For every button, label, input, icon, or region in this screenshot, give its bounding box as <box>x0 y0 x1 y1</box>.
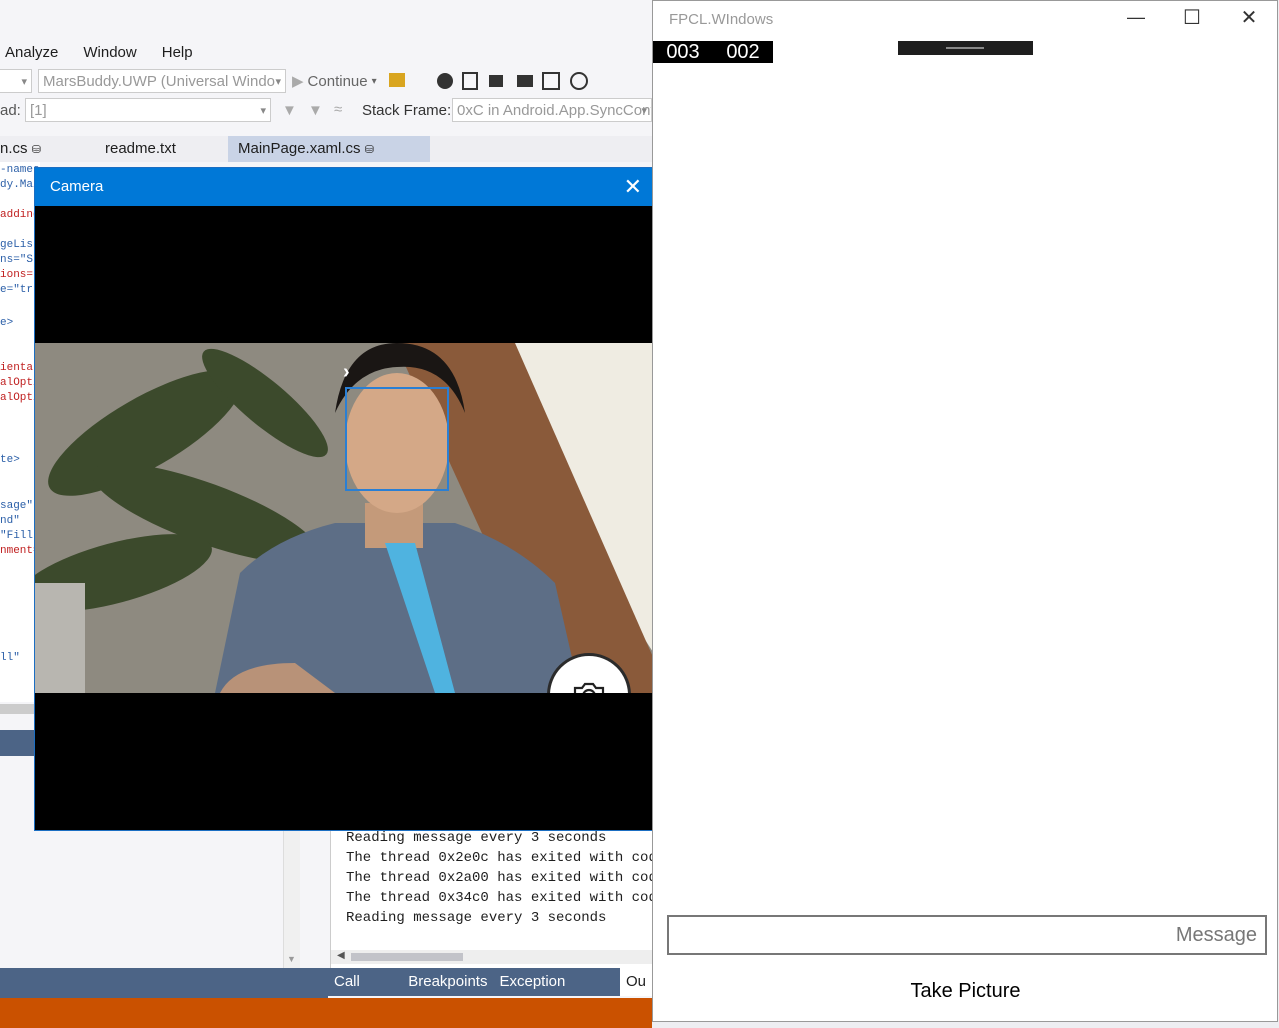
scroll-left-icon[interactable]: ◀ <box>337 950 345 961</box>
camera-title: Camera <box>50 178 104 195</box>
scroll-down-icon[interactable]: ▼ <box>287 954 296 964</box>
output-line: The thread 0x34c0 has exited with code <box>346 890 666 906</box>
menu-window[interactable]: Window <box>83 44 136 61</box>
thread-combo[interactable]: [1] <box>25 98 271 122</box>
terminal-icon <box>516 75 533 87</box>
minimize-icon[interactable]: — <box>1116 7 1156 28</box>
debug-tool-icons[interactable] <box>383 69 613 93</box>
flag-icon[interactable]: ≈ <box>334 101 342 118</box>
camera-preview: › <box>35 343 660 693</box>
take-picture-button[interactable]: Take Picture <box>893 977 1038 1005</box>
camera-dialog: Camera ✕ › <box>34 167 661 831</box>
folder-icon <box>388 73 405 87</box>
stack-frame-label: Stack Frame: <box>362 102 452 119</box>
code-line: sage" <box>0 500 34 512</box>
fpcl-window: FPCL.WIndows — ☐ ✕ 003 002 Message Take … <box>652 0 1278 1022</box>
camera-icon <box>573 682 605 693</box>
output-hscrollbar[interactable]: ◀ <box>331 950 653 964</box>
play-icon: ▶ <box>292 73 304 90</box>
thread-label: ad: <box>0 102 21 119</box>
globe-icon <box>569 72 588 90</box>
lock-icon: ⛁ <box>31 144 41 156</box>
menu-bar: Analyze Window Help <box>0 38 652 66</box>
project-combo[interactable]: MarsBuddy.UWP (Universal Windo <box>38 69 286 93</box>
bottom-bar <box>0 968 328 998</box>
output-line: Reading message every 3 seconds <box>346 910 607 926</box>
tab-label: n.cs <box>0 140 28 157</box>
drag-handle[interactable] <box>898 41 1033 55</box>
continue-label: Continue <box>307 72 368 90</box>
filter-icon[interactable]: ▼ <box>282 102 297 119</box>
debug-panel-tabs: Call Stack Breakpoints Exception Setting… <box>328 968 652 1018</box>
tab-cs-file[interactable]: n.cs ⛁ <box>0 136 51 162</box>
continue-button[interactable]: ▶ Continue ▾ <box>292 72 377 91</box>
tab-mainpage-xaml-cs[interactable]: MainPage.xaml.cs ⛁ <box>228 136 430 162</box>
maximize-icon[interactable]: ☐ <box>1172 5 1212 30</box>
code-line: e> <box>0 317 14 329</box>
message-input[interactable]: Message <box>667 915 1267 955</box>
chevron-down-icon: ▾ <box>371 75 377 87</box>
face-detection-box <box>345 387 449 491</box>
stack-frame-combo[interactable]: 0xC in Android.App.SyncCont <box>452 98 652 122</box>
scroll-thumb[interactable] <box>351 953 463 961</box>
code-line: te> <box>0 454 20 466</box>
close-icon[interactable]: ✕ <box>624 168 642 206</box>
debug-toolbar: MarsBuddy.UWP (Universal Windo ▶ Continu… <box>0 66 652 96</box>
output-line: The thread 0x2a00 has exited with code <box>346 870 666 886</box>
counter-left: 003 <box>666 41 700 63</box>
output-line: The thread 0x2e0c has exited with code <box>346 850 666 866</box>
status-bar <box>0 998 652 1028</box>
tab-breakpoints[interactable]: Breakpoints <box>402 968 493 996</box>
tab-label: readme.txt <box>105 140 176 157</box>
menu-help[interactable]: Help <box>162 44 193 61</box>
window-title: FPCL.WIndows <box>669 11 774 28</box>
counter-right: 002 <box>726 41 760 63</box>
page-icon <box>461 72 478 90</box>
config-combo[interactable] <box>0 69 32 93</box>
tab-label: MainPage.xaml.cs <box>238 140 361 157</box>
step-icon <box>436 73 453 89</box>
tab-call-stack[interactable]: Call Stack <box>328 968 402 1018</box>
output-line: Reading message every 3 seconds <box>346 830 607 846</box>
tab-readme[interactable]: readme.txt <box>95 136 186 162</box>
chevron-right-icon[interactable]: › <box>343 361 350 384</box>
tab-exception-settings[interactable]: Exception Settings <box>493 968 620 1018</box>
thread-toolbar: ad: [1] ▼ ▼ ≈ Stack Frame: 0xC in Androi… <box>0 98 652 126</box>
filter-clear-icon[interactable]: ▼ <box>308 102 323 119</box>
layout-icon <box>541 72 560 90</box>
tab-output[interactable]: Ou <box>619 968 652 996</box>
document-tabs: n.cs ⛁ readme.txt MainPage.xaml.cs ⛁ <box>0 136 652 162</box>
lock-icon: ⛁ <box>364 144 374 156</box>
close-icon[interactable]: ✕ <box>1229 5 1269 30</box>
camera-titlebar: Camera ✕ <box>35 168 660 206</box>
code-line: ll" <box>0 652 20 664</box>
output-window: Reading message every 3 seconds The thre… <box>330 828 666 968</box>
package-icon <box>488 75 503 87</box>
code-line: nd" <box>0 515 20 527</box>
frame-counter: 003 002 <box>653 41 773 63</box>
menu-analyze[interactable]: Analyze <box>5 44 58 61</box>
